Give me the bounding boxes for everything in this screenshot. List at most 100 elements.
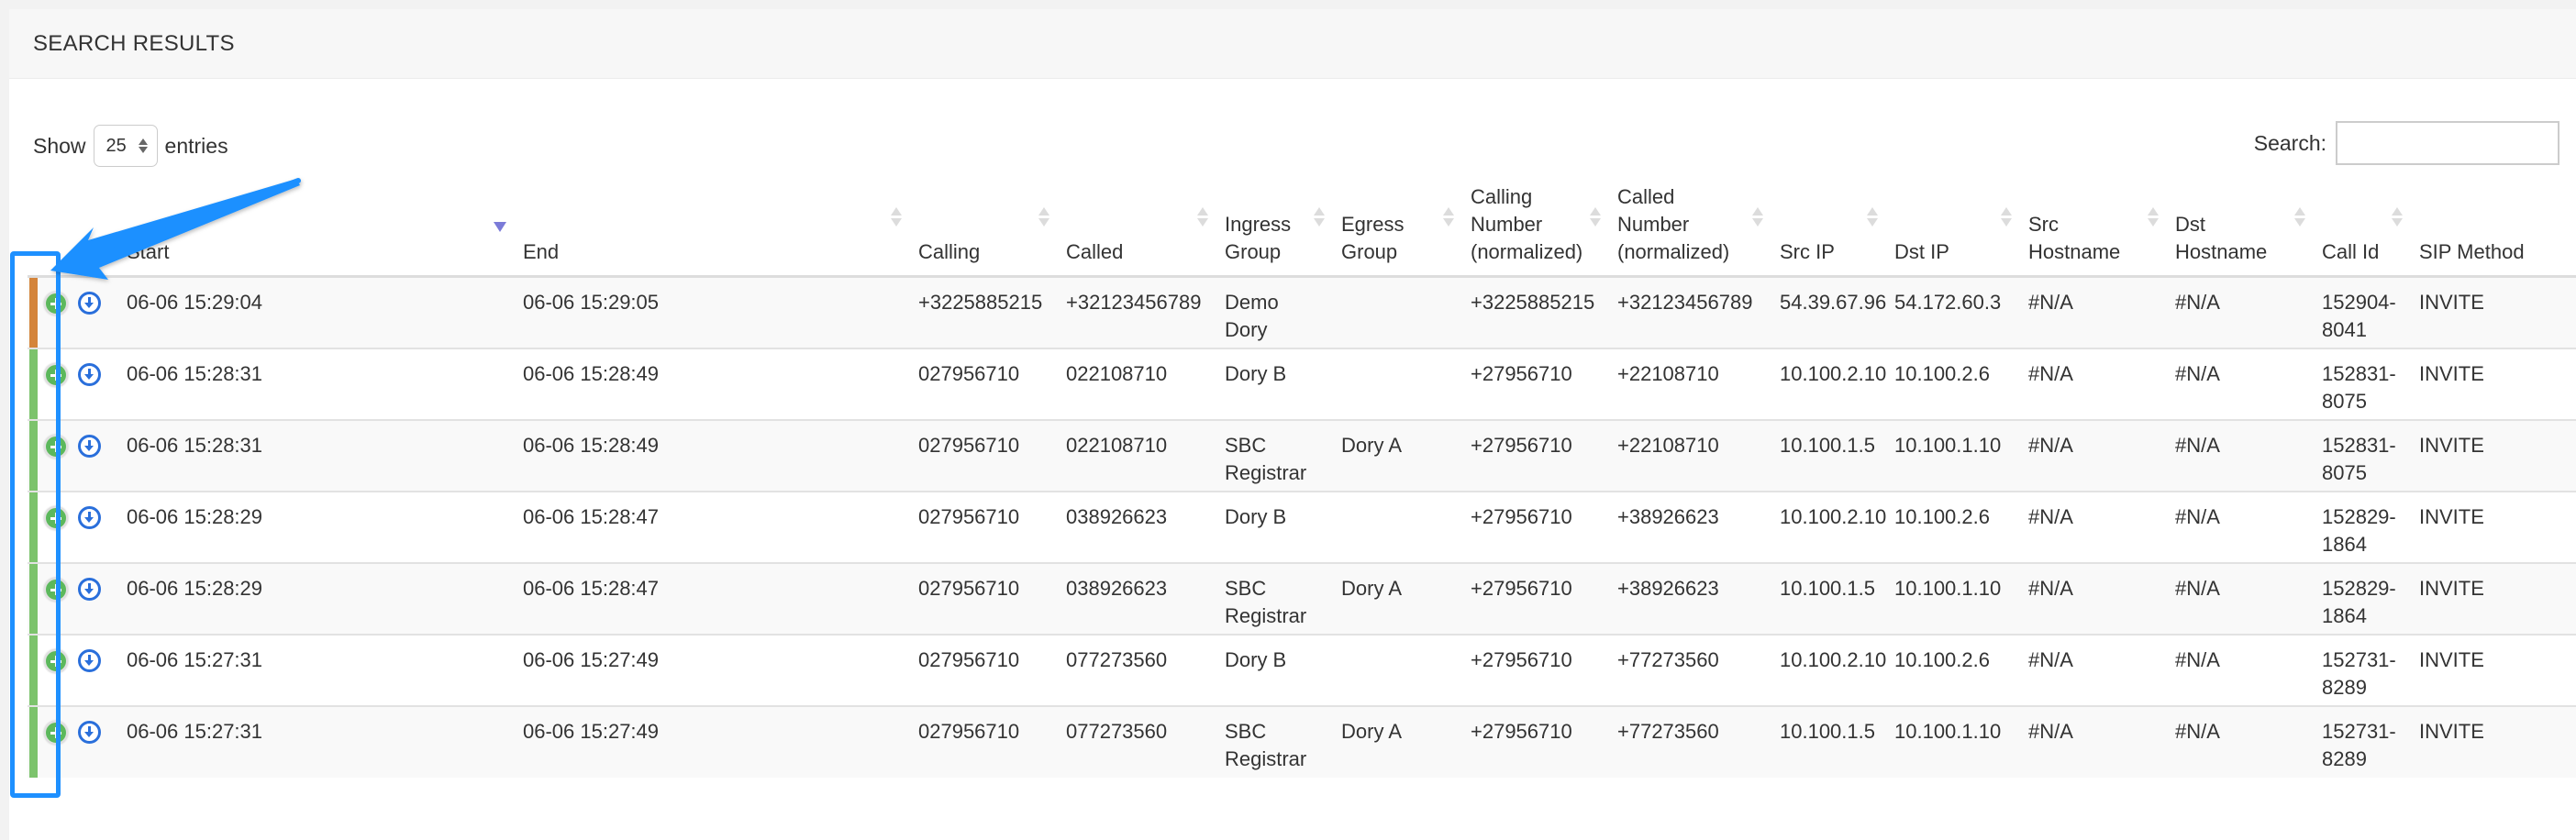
download-icon[interactable] (78, 434, 101, 458)
sort-both-icon (2001, 207, 2012, 227)
cell-src-hostname: #N/A (2021, 704, 2168, 778)
table-row[interactable]: 06-06 15:27:31 06-06 15:27:49 027956710 077… (28, 633, 2576, 706)
table-row[interactable]: 06-06 15:29:04 06-06 15:29:05 +3225885215 +… (28, 276, 2576, 348)
cell-ingress-group: SBC Registrar (1217, 704, 1334, 778)
expand-row-plus-icon[interactable] (44, 292, 68, 315)
row-controls-cell (28, 418, 119, 492)
table-row[interactable]: 06-06 15:28:31 06-06 15:28:49 027956710 022… (28, 418, 2576, 492)
download-icon[interactable] (78, 577, 101, 601)
cell-dst-ip: 10.100.2.6 (1887, 347, 2021, 420)
expand-row-plus-icon[interactable] (44, 505, 68, 530)
cell-src-ip: 54.39.67.96 (1772, 276, 1887, 348)
column-header-dst-hostname[interactable]: Dst Hostname (2168, 183, 2315, 278)
download-icon[interactable] (78, 505, 101, 529)
cell-end: 06-06 15:29:05 (516, 276, 911, 348)
cell-calling: 027956710 (911, 490, 1059, 563)
entries-per-page-value: 25 (105, 135, 127, 156)
entries-per-page-select[interactable]: 25 (93, 125, 158, 167)
expand-row-plus-icon[interactable] (44, 648, 68, 673)
cell-egress-group: Dory A (1334, 704, 1463, 778)
column-header-label: Src Hostname (2028, 213, 2121, 263)
row-status-bar (29, 420, 38, 491)
cell-src-hostname: #N/A (2021, 490, 2168, 563)
cell-end: 06-06 15:28:49 (516, 418, 911, 492)
column-header-start[interactable]: Start (119, 183, 516, 278)
sort-both-icon (1197, 207, 1208, 227)
cell-dst-hostname: #N/A (2168, 490, 2315, 563)
sort-both-icon (891, 207, 902, 227)
expand-row-plus-icon[interactable] (44, 577, 68, 602)
column-header-called[interactable]: Called (1059, 183, 1217, 278)
table-row[interactable]: 06-06 15:27:31 06-06 15:27:49 027956710 077… (28, 704, 2576, 778)
row-controls-cell (28, 633, 119, 706)
panel-heading: SEARCH RESULTS (9, 9, 2576, 79)
cell-sip-method: INVITE (2412, 633, 2576, 706)
cell-call-id: 152829-1864 (2315, 490, 2412, 563)
column-header-src-ip[interactable]: Src IP (1772, 183, 1887, 278)
expand-row-plus-icon[interactable] (44, 720, 68, 745)
cell-dst-hostname: #N/A (2168, 276, 2315, 348)
table-row[interactable]: 06-06 15:28:29 06-06 15:28:47 027956710 038… (28, 490, 2576, 563)
column-header-end[interactable]: End (516, 183, 911, 278)
cell-egress-group (1334, 276, 1463, 348)
row-controls-cell (28, 490, 119, 563)
cell-egress-group (1334, 347, 1463, 420)
cell-egress-group (1334, 633, 1463, 706)
cell-calling: 027956710 (911, 347, 1059, 420)
cell-dst-ip: 10.100.1.10 (1887, 418, 2021, 492)
column-header-dst-ip[interactable]: Dst IP (1887, 183, 2021, 278)
cell-ingress-group: Dory B (1217, 347, 1334, 420)
sort-both-icon (1443, 207, 1454, 227)
table-body: 06-06 15:29:04 06-06 15:29:05 +3225885215 +… (28, 276, 2576, 778)
cell-src-hostname: #N/A (2021, 633, 2168, 706)
table-row[interactable]: 06-06 15:28:31 06-06 15:28:49 027956710 022… (28, 347, 2576, 420)
expand-row-plus-icon[interactable] (44, 434, 68, 459)
download-icon[interactable] (78, 720, 101, 744)
cell-calling-normalized: +3225885215 (1463, 276, 1610, 348)
cell-sip-method: INVITE (2412, 561, 2576, 635)
download-icon[interactable] (78, 292, 101, 315)
download-icon[interactable] (78, 648, 101, 672)
cell-called: 077273560 (1059, 633, 1217, 706)
cell-ingress-group: SBC Registrar (1217, 561, 1334, 635)
column-header-label: Calling (918, 240, 981, 263)
cell-calling: 027956710 (911, 561, 1059, 635)
cell-dst-ip: 10.100.1.10 (1887, 704, 2021, 778)
column-header-label: Call Id (2322, 240, 2380, 263)
cell-call-id: 152829-1864 (2315, 561, 2412, 635)
column-header-src-hostname[interactable]: Src Hostname (2021, 183, 2168, 278)
table-row[interactable]: 06-06 15:28:29 06-06 15:28:47 027956710 038… (28, 561, 2576, 635)
cell-calling: 027956710 (911, 418, 1059, 492)
cell-start: 06-06 15:28:29 (119, 490, 516, 563)
search-input[interactable] (2336, 121, 2559, 165)
cell-call-id: 152731-8289 (2315, 633, 2412, 706)
column-header-called-normalized[interactable]: Called Number (normalized) (1610, 183, 1772, 278)
cell-sip-method: INVITE (2412, 418, 2576, 492)
cell-calling: +3225885215 (911, 276, 1059, 348)
row-controls-cell (28, 561, 119, 635)
column-header-call-id[interactable]: Call Id (2315, 183, 2412, 278)
cell-start: 06-06 15:28:29 (119, 561, 516, 635)
column-header-calling-normalized[interactable]: Calling Number (normalized) (1463, 183, 1610, 278)
column-header-egress-group[interactable]: Egress Group (1334, 183, 1463, 278)
column-header-label: Calling Number (normalized) (1471, 185, 1583, 263)
cell-end: 06-06 15:28:47 (516, 561, 911, 635)
cell-start: 06-06 15:27:31 (119, 704, 516, 778)
cell-ingress-group: SBC Registrar (1217, 418, 1334, 492)
cell-src-ip: 10.100.2.10 (1772, 633, 1887, 706)
column-header-label: Dst IP (1894, 240, 1949, 263)
download-icon[interactable] (78, 362, 101, 386)
cell-src-hostname: #N/A (2021, 561, 2168, 635)
column-header-sip-method[interactable]: SIP Method (2412, 183, 2576, 278)
sort-both-icon (1314, 207, 1325, 227)
column-header-ingress-group[interactable]: Ingress Group (1217, 183, 1334, 278)
row-controls-cell (28, 276, 119, 348)
column-header-calling[interactable]: Calling (911, 183, 1059, 278)
cell-ingress-group: Dory B (1217, 490, 1334, 563)
cell-sip-method: INVITE (2412, 704, 2576, 778)
cell-src-hostname: #N/A (2021, 347, 2168, 420)
row-status-bar (29, 492, 38, 562)
results-table: Start End Calling Called Ingress Group Egress… (28, 183, 2576, 778)
expand-row-plus-icon[interactable] (44, 362, 68, 387)
cell-called: 077273560 (1059, 704, 1217, 778)
